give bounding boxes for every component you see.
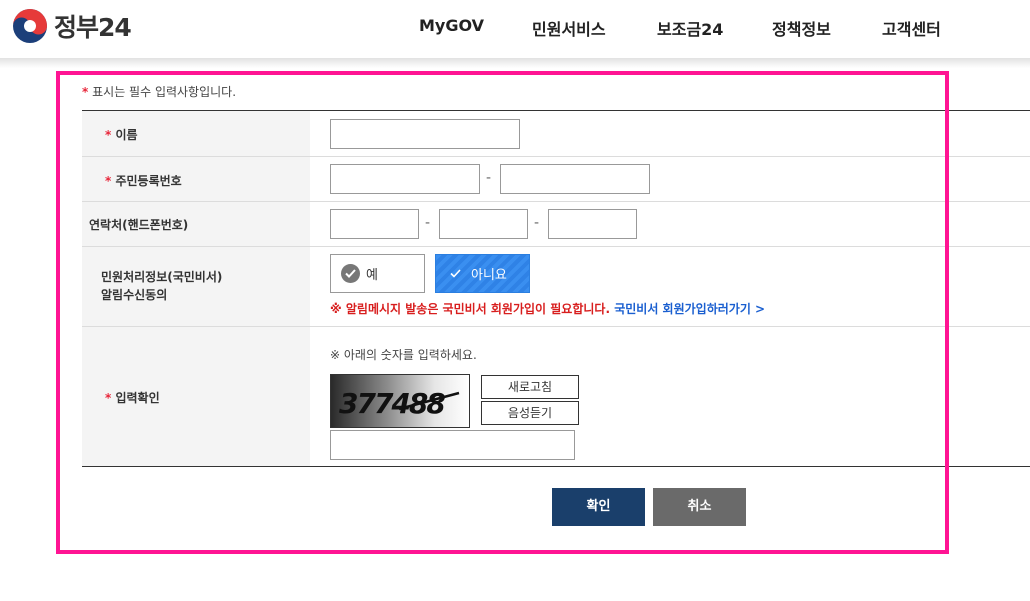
nav-civil-services[interactable]: 민원서비스 — [532, 16, 606, 40]
nav-policy-info[interactable]: 정책정보 — [772, 16, 831, 40]
header-shadow — [0, 58, 1030, 68]
site-header: 정부24 MyGOV 민원서비스 보조금24 정책정보 고객센터 — [0, 0, 1030, 58]
nav-mygov[interactable]: MyGOV — [419, 16, 484, 35]
nav-customer-center[interactable]: 고객센터 — [882, 16, 941, 40]
main-nav: MyGOV 민원서비스 보조금24 정책정보 고객센터 — [0, 16, 1030, 40]
highlight-frame — [56, 71, 949, 554]
nav-subsidy24[interactable]: 보조금24 — [657, 16, 723, 40]
